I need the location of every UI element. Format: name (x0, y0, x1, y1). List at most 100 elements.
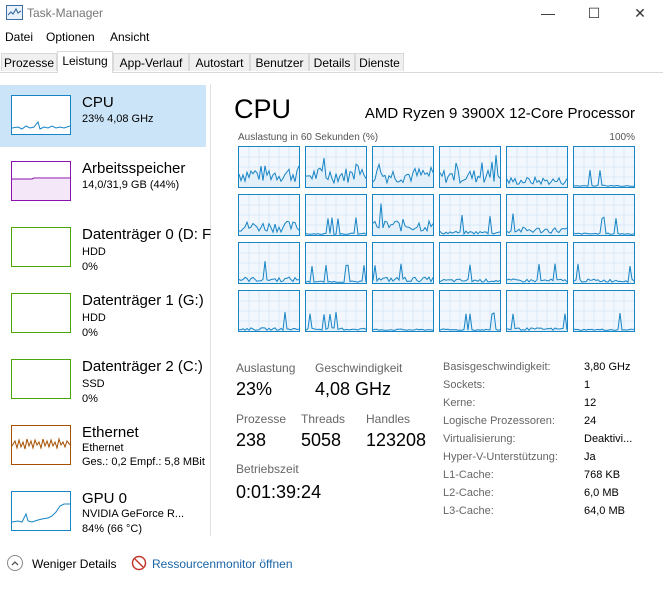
logical-processor-graph (439, 242, 501, 284)
logical-processor-graph (238, 242, 300, 284)
virtualization-value: Deaktivi... (584, 433, 633, 445)
processor-name: AMD Ryzen 9 3900X 12-Core Processor (364, 105, 635, 122)
resource-title: Datenträger 2 (C:) (82, 358, 203, 375)
logical-processor-graph (573, 242, 635, 284)
resource-usage: 84% (66 °C) (82, 523, 143, 535)
uptime-value: 0:01:39:24 (236, 482, 322, 502)
fewer-details-button[interactable]: Weniger Details (32, 557, 116, 571)
graph-max-label: 100% (609, 132, 635, 143)
resource-subtitle: Ethernet (82, 442, 124, 454)
resource-subtitle: SSD (82, 378, 105, 390)
graph-axis-label: Auslastung in 60 Sekunden (%) (238, 132, 379, 143)
logical-processor-graph (372, 194, 434, 236)
logical-processor-graph (372, 242, 434, 284)
resource-gpu[interactable]: GPU 0 NVIDIA GeForce R... 84% (66 °C) (0, 481, 206, 543)
processes-value: 238 (236, 430, 267, 450)
ethernet-thumbnail-graph (11, 425, 71, 465)
logical-processors-label: Logische Prozessoren: (443, 415, 555, 427)
chevron-up-icon[interactable] (7, 555, 23, 571)
resource-title: Ethernet (82, 424, 139, 441)
resource-usage: 0% (82, 261, 98, 273)
close-button[interactable]: ✕ (617, 0, 663, 28)
tab-leistung[interactable]: Leistung (57, 51, 113, 73)
hyper-v-label: Hyper-V-Unterstützung: (443, 451, 558, 463)
gpu-thumbnail-graph (11, 491, 71, 531)
disk-2-thumbnail-graph (11, 359, 71, 399)
cores-label: Kerne: (443, 397, 476, 409)
logical-processor-graph (439, 194, 501, 236)
tab-prozesse[interactable]: Prozesse (1, 53, 57, 71)
tab-benutzer[interactable]: Benutzer (250, 53, 309, 71)
logical-processor-graph (372, 146, 434, 188)
resource-monitor-icon (131, 555, 147, 571)
logical-processor-graph (573, 290, 635, 332)
threads-label: Threads (301, 412, 346, 426)
menu-ansicht[interactable]: Ansicht (110, 30, 149, 44)
sockets-label: Sockets: (443, 379, 486, 391)
logical-processor-graph (305, 146, 367, 188)
resource-subtitle: 23% 4,08 GHz (82, 113, 154, 125)
virtualization-label: Virtualisierung: (443, 433, 516, 445)
utilization-value: 23% (236, 379, 273, 399)
logical-processors-value: 24 (584, 415, 597, 427)
resource-disk-0[interactable]: Datenträger 0 (D: F HDD 0% (0, 217, 211, 279)
resource-cpu[interactable]: CPU 23% 4,08 GHz (0, 85, 206, 147)
threads-value: 5058 (301, 430, 342, 450)
tab-autostart[interactable]: Autostart (189, 53, 250, 71)
tab-dienste[interactable]: Dienste (355, 53, 404, 71)
tab-details[interactable]: Details (309, 53, 355, 71)
resource-disk-1[interactable]: Datenträger 1 (G:) HDD 0% (0, 283, 206, 345)
base-speed-value: 3,80 GHz (584, 361, 631, 373)
resource-memory[interactable]: Arbeitsspeicher 14,0/31,9 GB (44%) (0, 151, 206, 213)
handles-label: Handles (366, 412, 411, 426)
tab-bar: Prozesse Leistung App-Verlauf Autostart … (0, 51, 663, 73)
resource-throughput: Ges.: 0,2 Empf.: 5,8 MBit (82, 456, 205, 468)
resource-title: Datenträger 1 (G:) (82, 292, 204, 309)
resource-subtitle: 14,0/31,9 GB (44%) (82, 179, 180, 191)
logical-processor-graph (238, 290, 300, 332)
resource-title: GPU 0 (82, 490, 128, 507)
resource-title: Arbeitsspeicher (82, 160, 186, 177)
sockets-value: 1 (584, 379, 591, 391)
logical-processor-graph (439, 146, 501, 188)
maximize-button[interactable]: ☐ (571, 0, 617, 28)
l3-cache-label: L3-Cache: (443, 505, 494, 517)
logical-processor-graph (506, 242, 568, 284)
handles-value: 123208 (366, 430, 427, 450)
cpu-thumbnail-graph (11, 95, 71, 135)
l2-cache-value: 6,0 MB (584, 487, 619, 499)
resource-subtitle: NVIDIA GeForce R... (82, 508, 185, 520)
tab-app-verlauf[interactable]: App-Verlauf (113, 53, 189, 71)
cores-value: 12 (584, 397, 597, 409)
disk-1-thumbnail-graph (11, 293, 71, 333)
minimize-button[interactable]: — (525, 0, 571, 28)
page-title: CPU (234, 94, 292, 124)
resource-subtitle: HDD (82, 312, 106, 324)
base-speed-label: Basisgeschwindigkeit: (443, 361, 551, 373)
resource-subtitle: HDD (82, 246, 106, 258)
logical-processor-graph (305, 242, 367, 284)
speed-value: 4,08 GHz (315, 379, 392, 399)
menu-datei[interactable]: Datei (5, 30, 33, 44)
footer: Weniger Details Ressourcenmonitor öffnen (0, 548, 663, 580)
processes-label: Prozesse (236, 412, 287, 426)
resource-disk-2[interactable]: Datenträger 2 (C:) SSD 0% (0, 349, 206, 411)
logical-processor-graph (305, 290, 367, 332)
logical-processor-graph (506, 290, 568, 332)
resource-title: CPU (82, 94, 114, 111)
logical-processor-graph (238, 194, 300, 236)
title-bar: Task-Manager — ☐ ✕ (0, 0, 663, 28)
resource-usage: 0% (82, 327, 98, 339)
l1-cache-value: 768 KB (584, 469, 621, 481)
logical-processor-graph (573, 194, 635, 236)
l3-cache-value: 64,0 MB (584, 505, 625, 517)
resource-monitor-link[interactable]: Ressourcenmonitor öffnen (152, 557, 293, 571)
logical-processor-graph (439, 290, 501, 332)
resource-list: CPU 23% 4,08 GHz Arbeitsspeicher 14,0/31… (0, 84, 211, 536)
speed-label: Geschwindigkeit (315, 361, 403, 375)
resource-ethernet[interactable]: Ethernet Ethernet Ges.: 0,2 Empf.: 5,8 M… (0, 415, 206, 477)
logical-processor-graph (506, 146, 568, 188)
menu-optionen[interactable]: Optionen (46, 30, 95, 44)
task-manager-icon (6, 5, 23, 20)
window-title: Task-Manager (27, 6, 104, 20)
